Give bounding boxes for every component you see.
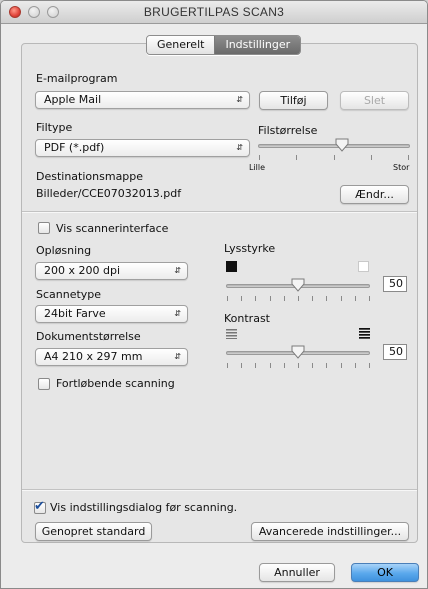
slider-tick bbox=[269, 363, 271, 368]
brightness-slider-thumb[interactable] bbox=[291, 278, 305, 292]
slider-tick bbox=[312, 363, 314, 368]
light-swatch-icon bbox=[358, 261, 369, 272]
filesize-max-label: Stor bbox=[393, 163, 410, 172]
change-button[interactable]: Ændr... bbox=[340, 185, 409, 204]
brightness-ticks bbox=[226, 296, 370, 301]
scantype-select[interactable]: 24bit Farve ⇵ bbox=[35, 305, 188, 323]
filetype-select[interactable]: PDF (*.pdf) ⇵ bbox=[35, 139, 250, 157]
slider-tick bbox=[255, 363, 257, 368]
filesize-slider-thumb[interactable] bbox=[335, 138, 349, 152]
slider-tick bbox=[227, 296, 228, 301]
tab-bar: Generelt Indstillinger bbox=[146, 35, 302, 55]
divider bbox=[22, 211, 417, 213]
popup-arrows-icon: ⇵ bbox=[174, 352, 181, 361]
scanner-interface-label: Vis scannerinterface bbox=[56, 222, 169, 235]
slider-tick bbox=[269, 296, 271, 301]
restore-defaults-button[interactable]: Genopret standard bbox=[35, 522, 152, 541]
slider-tick bbox=[241, 363, 243, 368]
tab-indstillinger[interactable]: Indstillinger bbox=[214, 36, 301, 54]
popup-arrows-icon: ⇵ bbox=[174, 309, 181, 318]
contrast-slider-thumb[interactable] bbox=[291, 345, 305, 359]
filesize-ticks bbox=[258, 155, 410, 160]
advanced-settings-button[interactable]: Avancerede indstillinger... bbox=[251, 522, 409, 541]
email-program-label: E-mailprogram bbox=[36, 72, 118, 85]
resolution-select[interactable]: 200 x 200 dpi ⇵ bbox=[35, 262, 188, 280]
slider-tick bbox=[340, 363, 342, 368]
resolution-label: Opløsning bbox=[36, 244, 92, 257]
high-contrast-icon bbox=[359, 328, 370, 339]
divider bbox=[22, 489, 417, 491]
ok-button[interactable]: OK bbox=[351, 563, 419, 582]
slider-tick bbox=[354, 296, 356, 301]
show-dialog-label: Vis indstillingsdialog før scanning. bbox=[50, 501, 238, 514]
tab-generelt[interactable]: Generelt bbox=[147, 36, 215, 54]
settings-panel: E-mailprogram Apple Mail ⇵ Tilføj Slet Fi… bbox=[21, 43, 418, 543]
scanner-interface-checkbox[interactable] bbox=[38, 222, 50, 234]
slider-tick bbox=[283, 296, 285, 301]
slider-tick bbox=[369, 296, 370, 301]
slider-tick bbox=[326, 363, 328, 368]
docsize-value: A4 210 x 297 mm bbox=[44, 350, 143, 363]
slider-tick bbox=[298, 296, 299, 301]
dark-swatch-icon bbox=[226, 261, 237, 272]
slider-tick bbox=[255, 296, 257, 301]
window-title: BRUGERTILPAS SCAN3 bbox=[143, 5, 285, 19]
resolution-value: 200 x 200 dpi bbox=[44, 264, 121, 277]
cancel-button[interactable]: Annuller bbox=[259, 563, 335, 582]
slider-tick bbox=[227, 363, 228, 368]
popup-arrows-icon: ⇵ bbox=[174, 266, 181, 275]
scantype-label: Scannetype bbox=[36, 288, 102, 301]
low-contrast-icon bbox=[226, 329, 237, 339]
contrast-value[interactable]: 50 bbox=[383, 344, 407, 360]
docsize-label: Dokumentstørrelse bbox=[36, 330, 141, 343]
continuous-scan-checkbox[interactable] bbox=[38, 378, 50, 390]
email-program-select[interactable]: Apple Mail ⇵ bbox=[35, 91, 250, 109]
filetype-label: Filtype bbox=[36, 121, 73, 134]
popup-arrows-icon: ⇵ bbox=[236, 143, 243, 152]
add-button[interactable]: Tilføj bbox=[259, 91, 328, 110]
slider-tick bbox=[340, 296, 342, 301]
scantype-value: 24bit Farve bbox=[44, 307, 106, 320]
filesize-label: Filstørrelse bbox=[258, 124, 318, 137]
slider-tick bbox=[298, 363, 299, 368]
slider-tick bbox=[283, 363, 285, 368]
show-dialog-checkbox[interactable] bbox=[34, 499, 46, 514]
filetype-value: PDF (*.pdf) bbox=[44, 141, 105, 154]
slider-tick bbox=[354, 363, 356, 368]
destination-label: Destinationsmappe bbox=[36, 170, 144, 183]
slider-tick bbox=[369, 363, 370, 368]
contrast-label: Kontrast bbox=[224, 312, 270, 325]
title-bar: BRUGERTILPAS SCAN3 bbox=[1, 1, 427, 24]
docsize-select[interactable]: A4 210 x 297 mm ⇵ bbox=[35, 348, 188, 366]
dialog-window: BRUGERTILPAS SCAN3 Generelt Indstillinge… bbox=[0, 0, 428, 589]
filesize-min-label: Lille bbox=[249, 163, 266, 172]
brightness-value[interactable]: 50 bbox=[383, 276, 407, 292]
slider-tick bbox=[241, 296, 243, 301]
stepper-arrows-icon: ⇵ bbox=[236, 95, 243, 104]
destination-path: Billeder/CCE07032013.pdf bbox=[36, 187, 182, 200]
contrast-ticks bbox=[226, 363, 370, 368]
email-program-value: Apple Mail bbox=[44, 93, 102, 106]
delete-button[interactable]: Slet bbox=[340, 91, 409, 110]
continuous-scan-label: Fortløbende scanning bbox=[56, 377, 175, 390]
brightness-label: Lysstyrke bbox=[224, 242, 276, 255]
slider-tick bbox=[312, 296, 314, 301]
slider-tick bbox=[326, 296, 328, 301]
